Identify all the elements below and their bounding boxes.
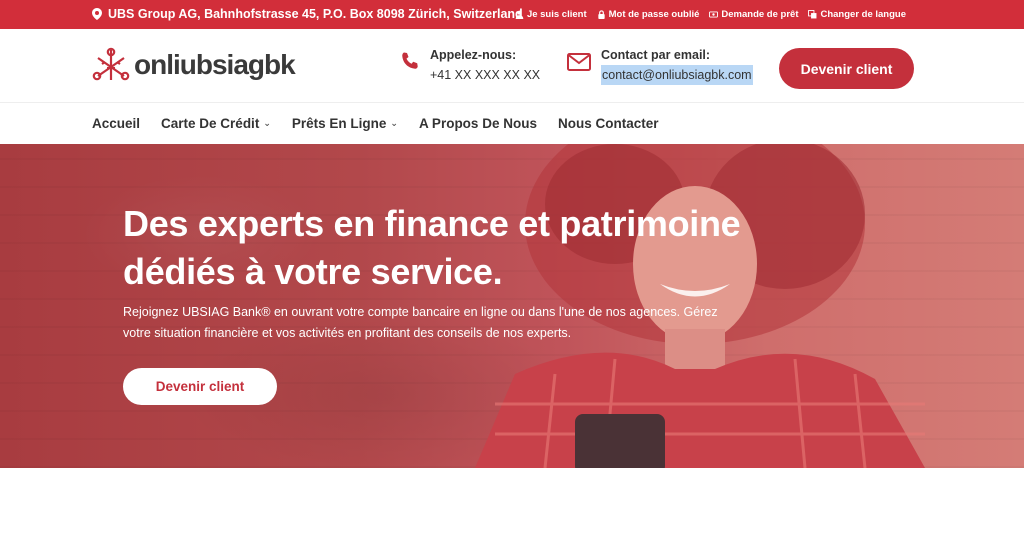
phone-label: Appelez-nous: bbox=[430, 48, 517, 62]
link-mot-de-passe-oublie[interactable]: Mot de passe oublié bbox=[597, 9, 699, 20]
nav-item-accueil[interactable]: Accueil bbox=[92, 116, 140, 131]
nav-item-nous-contacter[interactable]: Nous Contacter bbox=[558, 116, 659, 131]
user-icon bbox=[515, 10, 524, 19]
keys-logo-icon bbox=[92, 47, 130, 81]
email-contact: Contact par email: contact@onliubsiagbk.… bbox=[567, 45, 753, 85]
money-icon bbox=[709, 11, 719, 18]
envelope-icon bbox=[567, 53, 591, 71]
map-pin-icon bbox=[92, 8, 102, 20]
nav-item-a-propos[interactable]: A Propos De Nous bbox=[419, 116, 537, 131]
link-demande-de-pret[interactable]: Demande de prêt bbox=[709, 9, 798, 20]
devenir-client-button[interactable]: Devenir client bbox=[779, 48, 914, 89]
address-text: UBS Group AG, Bahnhofstrasse 45, P.O. Bo… bbox=[108, 7, 523, 21]
lock-icon bbox=[597, 10, 605, 19]
hero-title: Des experts en finance et patrimoine déd… bbox=[123, 203, 741, 292]
phone-icon bbox=[402, 52, 418, 69]
email-address[interactable]: contact@onliubsiagbk.com bbox=[601, 65, 753, 85]
phone-contact: Appelez-nous: +41 XX XXX XX XX bbox=[400, 45, 540, 85]
chevron-down-icon: ⌄ bbox=[263, 118, 271, 128]
address: UBS Group AG, Bahnhofstrasse 45, P.O. Bo… bbox=[92, 7, 523, 21]
link-je-suis-client[interactable]: Je suis client bbox=[515, 9, 587, 20]
hero-description: Rejoignez UBSIAG Bank® en ouvrant votre … bbox=[123, 305, 718, 340]
chevron-down-icon: ⌄ bbox=[390, 118, 398, 128]
nav-item-prets-en-ligne[interactable]: Prêts En Ligne ⌄ bbox=[292, 116, 398, 131]
top-bar: UBS Group AG, Bahnhofstrasse 45, P.O. Bo… bbox=[0, 0, 1024, 29]
email-label: Contact par email: bbox=[601, 48, 711, 62]
logo[interactable]: onliubsiagbk bbox=[92, 46, 296, 84]
nav-item-carte-de-credit[interactable]: Carte De Crédit ⌄ bbox=[161, 116, 271, 131]
logo-text: onliubsiagbk bbox=[134, 49, 296, 80]
phone-number[interactable]: +41 XX XXX XX XX bbox=[430, 65, 540, 85]
hero-banner: Des experts en finance et patrimoine déd… bbox=[0, 144, 1024, 468]
main-nav: Accueil Carte De Crédit ⌄ Prêts En Ligne ⌄… bbox=[0, 103, 1024, 144]
link-changer-de-langue[interactable]: Changer de langue bbox=[808, 9, 906, 20]
hero-devenir-client-button[interactable]: Devenir client bbox=[123, 368, 277, 405]
language-icon bbox=[808, 10, 817, 19]
site-header: onliubsiagbk Appelez-nous: +41 XX XXX XX… bbox=[0, 29, 1024, 103]
